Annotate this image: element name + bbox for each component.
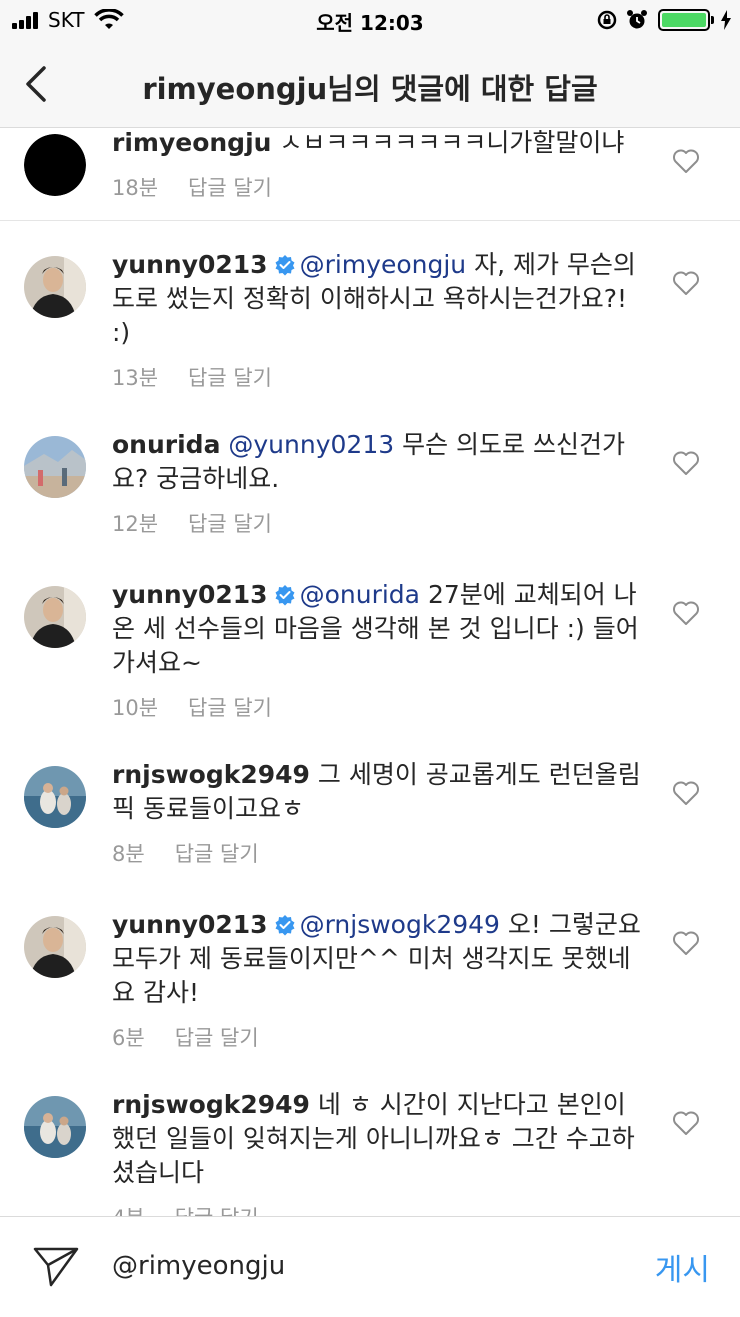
charging-icon [721,10,731,30]
comment-text: rimyeongju ㅅㅂㅋㅋㅋㅋㅋㅋㅋ니가할말이냐 [112,128,652,160]
verified-badge-icon [275,255,295,276]
avatar[interactable] [24,134,86,196]
comment-text: rnjswogk2949 그 세명이 공교롭게도 런던올림픽 동료들이고요ㅎ [112,758,652,826]
comment-text: rnjswogk2949 네 ㅎ 시간이 지난다고 본인이 했던 일들이 잊혀지… [112,1088,652,1190]
comment-username[interactable]: rnjswogk2949 [112,760,310,789]
status-bar: SKT 오전 12:03 [0,0,740,40]
avatar[interactable] [24,766,86,828]
header-bar: rimyeongju님의 댓글에 대한 답글 [0,40,740,128]
comment-username[interactable]: rimyeongju [112,128,271,157]
comment-body: ㅅㅂㅋㅋㅋㅋㅋㅋㅋ니가할말이냐 [279,128,625,157]
post-button[interactable]: 게시 [655,1245,710,1289]
comment-meta: 18분 답글 달기 [112,172,272,202]
comment-meta: 4분 답글 달기 [112,1202,259,1216]
reply-button[interactable]: 답글 달기 [175,1206,259,1216]
verified-badge-icon [275,915,295,936]
comment-time: 12분 [112,512,159,536]
comment-username[interactable]: onurida [112,430,220,459]
heart-icon[interactable] [672,1110,700,1136]
comment-meta: 8분 답글 달기 [112,838,259,868]
comment-text: yunny0213 @rnjswogk2949 오! 그렇군요 모두가 제 동료들… [112,908,652,1010]
divider [0,220,740,221]
reply-button[interactable]: 답글 달기 [175,1026,259,1050]
comment-meta: 10분 답글 달기 [112,692,272,722]
comment-meta: 13분 답글 달기 [112,362,272,392]
comment-row: rnjswogk2949 네 ㅎ 시간이 지난다고 본인이 했던 일들이 잊혀지… [0,1088,740,1216]
comment-input[interactable] [112,1251,612,1281]
comment-mention[interactable]: @rimyeongju [300,250,467,279]
comment-row: yunny0213 @rimyeongju 자, 제가 무슨의도로 썼는지 정확히… [0,248,740,418]
paper-plane-icon[interactable] [32,1245,80,1289]
comment-time: 10분 [112,696,159,720]
avatar[interactable] [24,436,86,498]
reply-button[interactable]: 답글 달기 [188,696,272,720]
heart-icon[interactable] [672,600,700,626]
comment-time: 8분 [112,842,145,866]
page-title: rimyeongju님의 댓글에 대한 답글 [142,72,598,106]
heart-icon[interactable] [672,450,700,476]
battery-icon [658,9,714,31]
alarm-icon [627,10,647,29]
comment-time: 6분 [112,1026,145,1050]
reply-button[interactable]: 답글 달기 [188,512,272,536]
comment-row: yunny0213 @rnjswogk2949 오! 그렇군요 모두가 제 동료들… [0,908,740,1078]
reply-button[interactable]: 답글 달기 [188,176,272,200]
comment-text: onurida @yunny0213 무슨 의도로 쓰신건가요? 궁금하네요. [112,428,652,496]
comment-meta: 12분 답글 달기 [112,508,272,538]
comment-row: yunny0213 @onurida 27분에 교체되어 나온 세 선수들의 마음… [0,578,740,748]
comment-mention[interactable]: @rnjswogk2949 [300,910,500,939]
reply-button[interactable]: 답글 달기 [188,366,272,390]
reply-button[interactable]: 답글 달기 [175,842,259,866]
heart-icon[interactable] [672,930,700,956]
comment-mention[interactable]: @yunny0213 [228,430,394,459]
comment-username[interactable]: rnjswogk2949 [112,1090,310,1119]
avatar[interactable] [24,916,86,978]
comment-mention[interactable]: @onurida [300,580,420,609]
rotation-lock-icon [597,10,617,30]
comment-time: 13분 [112,366,159,390]
comment-row: rnjswogk2949 그 세명이 공교롭게도 런던올림픽 동료들이고요ㅎ 8분… [0,758,740,928]
comment-username[interactable]: yunny0213 [112,910,268,939]
comment-meta: 6분 답글 달기 [112,1022,259,1052]
comment-time: 18분 [112,176,159,200]
comment-text: yunny0213 @onurida 27분에 교체되어 나온 세 선수들의 마음… [112,578,652,680]
avatar[interactable] [24,256,86,318]
heart-icon[interactable] [672,148,700,174]
verified-badge-icon [275,585,295,606]
comment-time: 4분 [112,1206,145,1216]
avatar[interactable] [24,586,86,648]
comment-row: onurida @yunny0213 무슨 의도로 쓰신건가요? 궁금하네요. 1… [0,428,740,598]
comment-username[interactable]: yunny0213 [112,250,268,279]
comment-text: yunny0213 @rimyeongju 자, 제가 무슨의도로 썼는지 정확히… [112,248,652,350]
heart-icon[interactable] [672,780,700,806]
heart-icon[interactable] [672,270,700,296]
comment-composer: 게시 [0,1216,740,1317]
comment-list[interactable]: rimyeongju ㅅㅂㅋㅋㅋㅋㅋㅋㅋ니가할말이냐 18분 답글 달기 yunny0… [0,128,740,1216]
comment-username[interactable]: yunny0213 [112,580,268,609]
avatar[interactable] [24,1096,86,1158]
